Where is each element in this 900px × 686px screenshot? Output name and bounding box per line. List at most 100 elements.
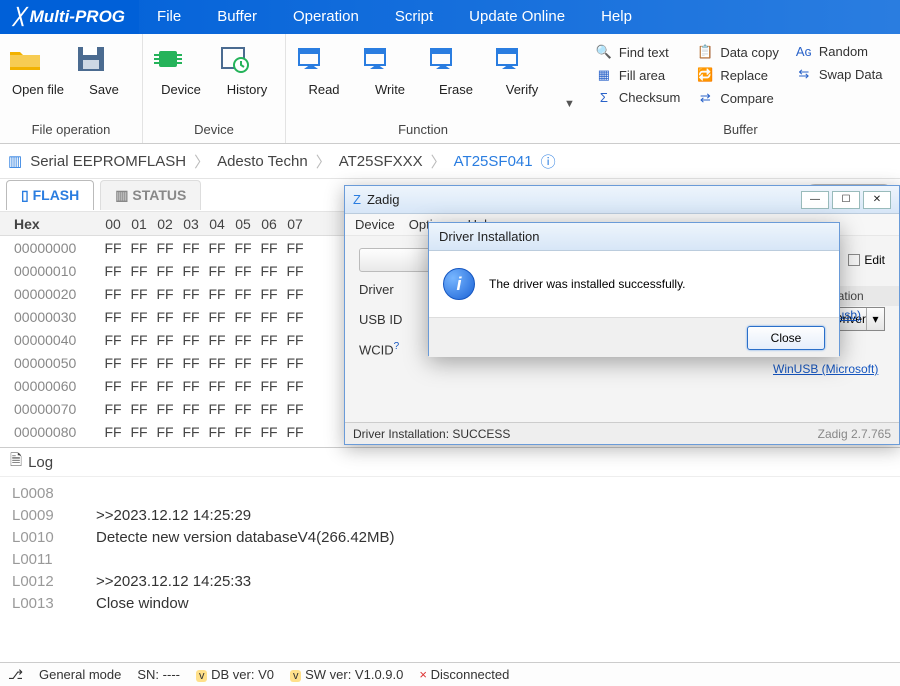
hex-cell[interactable]: FF — [204, 424, 230, 440]
tab-flash[interactable]: ▯ FLASH — [6, 180, 94, 210]
hex-cell[interactable]: FF — [100, 240, 126, 256]
crumb-1[interactable]: Adesto Techn — [217, 153, 308, 170]
hex-cell[interactable]: FF — [178, 401, 204, 417]
hex-cell[interactable]: FF — [152, 309, 178, 325]
hex-cell[interactable]: FF — [230, 424, 256, 440]
hex-cell[interactable]: FF — [152, 332, 178, 348]
hex-cell[interactable]: FF — [256, 332, 282, 348]
ribbon-dropdown-icon[interactable]: ▼ — [560, 34, 581, 143]
hex-cell[interactable]: FF — [256, 355, 282, 371]
hex-cell[interactable]: FF — [126, 309, 152, 325]
hex-cell[interactable]: FF — [126, 378, 152, 394]
random-button[interactable]: AɢRandom — [789, 42, 889, 61]
hex-cell[interactable]: FF — [178, 309, 204, 325]
hex-cell[interactable]: FF — [204, 332, 230, 348]
write-button[interactable]: Write — [358, 38, 422, 103]
close-window-button[interactable]: ✕ — [863, 191, 891, 209]
hex-cell[interactable]: FF — [100, 424, 126, 440]
hex-cell[interactable]: FF — [152, 401, 178, 417]
crumb-2[interactable]: AT25SFXXX — [339, 153, 423, 170]
hex-cell[interactable]: FF — [204, 355, 230, 371]
hex-cell[interactable]: FF — [152, 378, 178, 394]
hex-cell[interactable]: FF — [178, 378, 204, 394]
compare-button[interactable]: ⇄Compare — [690, 88, 785, 108]
hex-cell[interactable]: FF — [230, 240, 256, 256]
crumb-3[interactable]: AT25SF041 — [454, 153, 533, 170]
hex-cell[interactable]: FF — [282, 263, 308, 279]
zadig-menu-device[interactable]: Device — [355, 217, 395, 232]
menu-buffer[interactable]: Buffer — [199, 0, 275, 34]
link-winusb-ms[interactable]: WinUSB (Microsoft) — [767, 360, 899, 378]
hex-cell[interactable]: FF — [178, 240, 204, 256]
verify-button[interactable]: Verify — [490, 38, 554, 103]
hex-cell[interactable]: FF — [126, 263, 152, 279]
hex-cell[interactable]: FF — [230, 286, 256, 302]
zadig-titlebar[interactable]: Z Zadig — ☐ ✕ — [345, 186, 899, 214]
menu-help[interactable]: Help — [583, 0, 650, 34]
close-button[interactable]: Close — [747, 326, 825, 350]
save-button[interactable]: Save — [72, 38, 136, 103]
hex-cell[interactable]: FF — [282, 378, 308, 394]
hex-cell[interactable]: FF — [230, 378, 256, 394]
hex-cell[interactable]: FF — [100, 286, 126, 302]
info-icon[interactable]: ⓘ — [541, 151, 556, 172]
hex-cell[interactable]: FF — [152, 424, 178, 440]
hex-cell[interactable]: FF — [282, 355, 308, 371]
hex-cell[interactable]: FF — [256, 401, 282, 417]
fill-area-button[interactable]: ▦Fill area — [589, 65, 686, 85]
hex-cell[interactable]: FF — [152, 240, 178, 256]
hex-cell[interactable]: FF — [178, 355, 204, 371]
hex-cell[interactable]: FF — [100, 401, 126, 417]
hex-cell[interactable]: FF — [230, 263, 256, 279]
swap-data-button[interactable]: ⇆Swap Data — [789, 64, 889, 84]
hex-cell[interactable]: FF — [204, 401, 230, 417]
hex-cell[interactable]: FF — [204, 286, 230, 302]
tab-status[interactable]: ▥ STATUS — [100, 180, 201, 210]
hex-cell[interactable]: FF — [126, 355, 152, 371]
hex-cell[interactable]: FF — [152, 286, 178, 302]
history-button[interactable]: History — [215, 38, 279, 103]
hex-cell[interactable]: FF — [178, 332, 204, 348]
hex-cell[interactable]: FF — [100, 263, 126, 279]
checksum-button[interactable]: ΣChecksum — [589, 88, 686, 107]
hex-cell[interactable]: FF — [256, 263, 282, 279]
hex-cell[interactable]: FF — [178, 263, 204, 279]
dialog-title[interactable]: Driver Installation — [429, 223, 839, 251]
hex-cell[interactable]: FF — [204, 309, 230, 325]
hex-cell[interactable]: FF — [100, 332, 126, 348]
hex-cell[interactable]: FF — [282, 286, 308, 302]
hex-cell[interactable]: FF — [282, 424, 308, 440]
menu-file[interactable]: File — [139, 0, 199, 34]
minimize-button[interactable]: — — [801, 191, 829, 209]
hex-cell[interactable]: FF — [100, 378, 126, 394]
menu-script[interactable]: Script — [377, 0, 451, 34]
hex-cell[interactable]: FF — [204, 240, 230, 256]
hex-cell[interactable]: FF — [256, 378, 282, 394]
edit-checkbox[interactable]: Edit — [848, 253, 885, 267]
hex-cell[interactable]: FF — [204, 378, 230, 394]
hex-cell[interactable]: FF — [178, 286, 204, 302]
read-button[interactable]: Read — [292, 38, 356, 103]
menu-operation[interactable]: Operation — [275, 0, 377, 34]
hex-cell[interactable]: FF — [152, 263, 178, 279]
hex-cell[interactable]: FF — [282, 401, 308, 417]
hex-cell[interactable]: FF — [256, 240, 282, 256]
hex-cell[interactable]: FF — [152, 355, 178, 371]
device-button[interactable]: Device — [149, 38, 213, 103]
hex-cell[interactable]: FF — [126, 424, 152, 440]
hex-cell[interactable]: FF — [126, 286, 152, 302]
hex-cell[interactable]: FF — [282, 240, 308, 256]
maximize-button[interactable]: ☐ — [832, 191, 860, 209]
data-copy-button[interactable]: 📋Data copy — [690, 42, 785, 62]
hex-cell[interactable]: FF — [100, 309, 126, 325]
hex-cell[interactable]: FF — [282, 309, 308, 325]
hex-cell[interactable]: FF — [256, 286, 282, 302]
hex-cell[interactable]: FF — [100, 355, 126, 371]
hex-cell[interactable]: FF — [230, 332, 256, 348]
find-text-button[interactable]: 🔍Find text — [589, 42, 686, 62]
menu-update-online[interactable]: Update Online — [451, 0, 583, 34]
open-file-button[interactable]: Open file — [6, 38, 70, 103]
hex-cell[interactable]: FF — [230, 401, 256, 417]
hex-cell[interactable]: FF — [256, 309, 282, 325]
crumb-0[interactable]: Serial EEPROMFLASH — [30, 153, 186, 170]
